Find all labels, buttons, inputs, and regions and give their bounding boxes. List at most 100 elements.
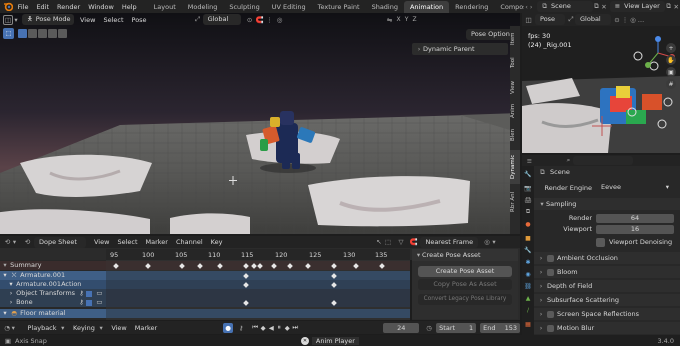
filter-icon[interactable]: ▽ — [396, 238, 405, 246]
axis-y-icon[interactable]: Y — [403, 16, 411, 23]
create-pose-asset-button[interactable]: Create Pose Asset — [418, 266, 512, 277]
prev-key-icon[interactable]: ◆ — [259, 324, 267, 332]
keyframe-area[interactable] — [106, 260, 410, 320]
editor-type-icon[interactable]: ≡ — [525, 157, 534, 165]
dope-menu-channel[interactable]: Channel — [172, 236, 207, 248]
lock-icon[interactable]: ▭ — [96, 289, 103, 298]
copy-icon[interactable]: ⧉ — [665, 2, 673, 11]
tab-item[interactable]: Item — [510, 28, 520, 50]
timeline-menu-keying[interactable]: Keying — [69, 322, 99, 334]
view-layer-selector[interactable]: ≣ View Layer — [609, 1, 665, 12]
dope-menu-view[interactable]: View — [90, 236, 113, 248]
camera-icon[interactable]: ▣ — [666, 67, 676, 77]
jump-start-icon[interactable]: ⏮ — [251, 323, 259, 332]
transform-orientation-icon[interactable]: ⤢ — [567, 15, 575, 24]
convert-legacy-pose-library-button[interactable]: Convert Legacy Pose Library — [418, 294, 512, 305]
section-depth-of-field[interactable]: › Depth of Field — [534, 280, 680, 292]
bone-tab-icon[interactable]: ∕ — [524, 306, 532, 314]
constraints-tab-icon[interactable]: ⛓ — [524, 282, 532, 290]
section-motion-blur[interactable]: › Motion Blur — [534, 322, 680, 334]
sidebar-handle[interactable] — [410, 260, 412, 320]
show-hidden-icon[interactable]: ⬚ — [383, 238, 392, 246]
camera-mode-selector[interactable]: Pose — [535, 14, 565, 25]
grid-icon[interactable]: # — [666, 79, 676, 89]
tab-view[interactable]: View — [510, 76, 520, 98]
channel-bone[interactable]: › Bone ⚷ ▭ — [0, 298, 106, 307]
editor-type-icon[interactable]: ◫ — [3, 14, 13, 25]
lock-icon[interactable]: ▭ — [96, 298, 103, 307]
checkbox-icon[interactable] — [86, 300, 92, 306]
channel-floor-material[interactable]: ▾ ◓ Floor material — [0, 309, 106, 318]
copy-icon[interactable]: ⧉ — [593, 2, 601, 11]
channel-object-transforms[interactable]: › Object Transforms ⚷ ▭ — [0, 289, 106, 298]
blender-logo-icon[interactable] — [3, 1, 14, 13]
select-mode-intersect-icon[interactable] — [58, 29, 67, 38]
hand-icon[interactable]: ✋ — [666, 55, 676, 65]
pivot-icon[interactable]: ⊙ — [245, 16, 255, 24]
modifier-tab-icon[interactable]: 🔧 — [524, 246, 532, 254]
viewport-menu-select[interactable]: Select — [99, 14, 127, 26]
timeline-menu-marker[interactable]: Marker — [131, 322, 161, 334]
chevron-down-icon[interactable]: ▾ — [12, 238, 17, 246]
snap-target-icon[interactable]: ⋮ — [265, 16, 275, 24]
mirror-icon[interactable]: ⇋ — [385, 16, 395, 24]
scene-tab-icon[interactable]: ⧉ — [524, 208, 532, 216]
menu-edit[interactable]: Edit — [32, 1, 53, 13]
physics-tab-icon[interactable]: ◉ — [524, 270, 532, 278]
pause-icon[interactable]: ⏸ — [275, 323, 283, 332]
dynamic-parent-panel[interactable]: › Dynamic Parent — [412, 43, 508, 55]
viewport-denoising-checkbox[interactable] — [596, 237, 605, 247]
dope-menu-key[interactable]: Key — [207, 236, 227, 248]
camera-transform-select[interactable]: Global — [575, 14, 611, 25]
motion-blur-checkbox[interactable] — [547, 324, 554, 332]
scene-selector[interactable]: ⧉ Scene — [537, 1, 593, 12]
chevron-right-icon[interactable]: › — [529, 3, 534, 11]
tab-layout[interactable]: Layout — [148, 1, 182, 13]
tab-tool[interactable]: Tool — [510, 52, 520, 74]
chevron-down-icon[interactable]: ▾ — [13, 16, 19, 24]
next-key-icon[interactable]: ◆ — [283, 324, 291, 332]
play-reverse-icon[interactable]: ◀ — [267, 324, 275, 332]
tab-dynamic[interactable]: Dynamic — [510, 150, 520, 184]
channel-armature[interactable]: ▾ ⛌ Armature.001 — [0, 271, 106, 280]
world-tab-icon[interactable]: ● — [524, 220, 532, 228]
snap-mode-select[interactable]: Nearest Frame — [420, 236, 479, 248]
pivot-icon[interactable]: ⊙ — [613, 16, 621, 24]
viewport-menu-view[interactable]: View — [76, 14, 99, 26]
bloom-checkbox[interactable] — [547, 268, 554, 276]
only-selected-icon[interactable]: ↖ — [374, 238, 383, 246]
channel-summary[interactable]: ▾ Summary — [0, 261, 106, 270]
channel-action[interactable]: ▾ Armature.001Action — [0, 280, 106, 289]
dope-sheet-mode-icon[interactable]: ⟲ — [23, 238, 32, 246]
tab-modeling[interactable]: Modeling — [182, 1, 224, 13]
close-icon[interactable]: ✕ — [600, 3, 608, 11]
render-tab-icon[interactable]: 📷 — [524, 184, 532, 192]
menu-render[interactable]: Render — [53, 1, 84, 13]
camera-viewport[interactable]: ◫ Pose ⤢ Global ⊙ ⋮ ◎ … fps: 30 (24) _Ri… — [522, 13, 680, 153]
menu-help[interactable]: Help — [118, 1, 141, 13]
axis-z-icon[interactable]: Z — [411, 16, 419, 23]
keying-set-icon[interactable]: ⚷ — [237, 324, 245, 332]
copy-pose-as-asset-button[interactable]: Copy Pose As Asset — [418, 279, 512, 290]
ambient-occlusion-checkbox[interactable] — [547, 254, 554, 262]
frame-ruler[interactable]: 95 100 105 110 115 120 125 130 135 — [106, 249, 410, 260]
texture-tab-icon[interactable]: ▦ — [524, 320, 532, 328]
tool-tab-icon[interactable]: 🔧 — [524, 170, 532, 178]
section-subsurface-scattering[interactable]: › Subsurface Scattering — [534, 294, 680, 306]
tab-rbr-anl[interactable]: Rbr Anl — [510, 188, 520, 216]
mode-selector[interactable]: 🯅 Pose Mode — [22, 14, 74, 25]
tab-anim[interactable]: Anim — [510, 100, 520, 122]
current-frame-field[interactable]: 24 — [383, 322, 420, 333]
jump-end-icon[interactable]: ⏭ — [291, 323, 299, 332]
menu-file[interactable]: File — [14, 1, 33, 13]
render-samples-field[interactable]: 64 — [596, 213, 674, 223]
key-icon[interactable]: ⚷ — [78, 289, 85, 298]
snap-icon[interactable]: 🧲 — [409, 238, 418, 246]
dope-menu-select[interactable]: Select — [113, 236, 141, 248]
sampling-section[interactable]: ▾ Sampling — [534, 198, 680, 210]
chevron-down-icon[interactable]: ▾ — [11, 324, 15, 332]
data-tab-icon[interactable]: ▲ — [524, 294, 532, 302]
editor-type-icon[interactable]: ⟲ — [3, 238, 12, 246]
particles-tab-icon[interactable]: ✱ — [524, 258, 532, 266]
transform-orientation-icon[interactable]: ⤢ — [193, 15, 203, 24]
